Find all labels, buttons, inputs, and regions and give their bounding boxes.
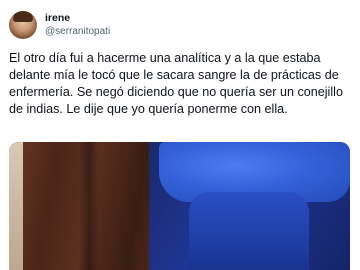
photo-shadow bbox=[79, 142, 99, 270]
photo-wall-tile bbox=[9, 142, 23, 270]
tweet-header: irene @serranitopati bbox=[9, 11, 110, 39]
tweet-photo[interactable] bbox=[9, 142, 350, 270]
photo-towel-fold bbox=[189, 192, 309, 270]
tweet-text: El otro día fui a hacerme una analítica … bbox=[9, 51, 343, 116]
display-name[interactable]: irene bbox=[45, 12, 110, 25]
tweet-card: irene @serranitopati El otro día fui a h… bbox=[0, 0, 360, 270]
user-handle[interactable]: @serranitopati bbox=[45, 25, 110, 38]
avatar[interactable] bbox=[9, 11, 37, 39]
author-names: irene @serranitopati bbox=[45, 12, 110, 38]
